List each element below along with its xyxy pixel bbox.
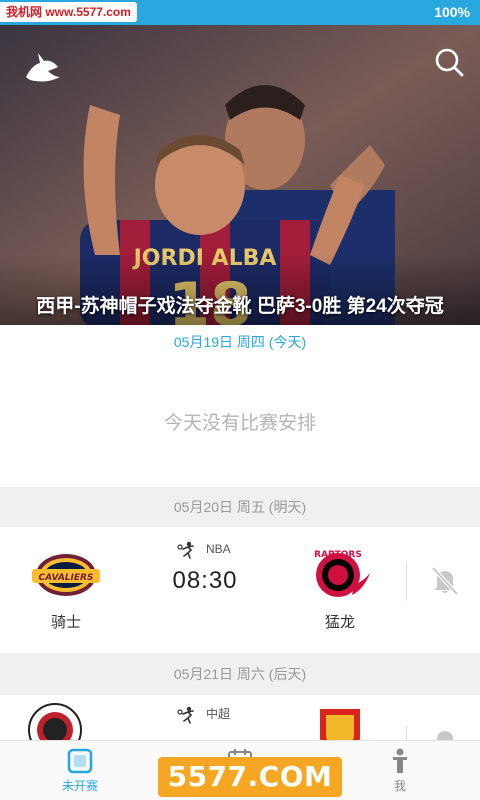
site-watermark: 5577.COM xyxy=(158,757,342,797)
person-icon xyxy=(393,748,407,773)
home-team-name: 骑士 xyxy=(50,614,81,631)
muted-bell-icon[interactable] xyxy=(428,563,462,597)
match-time: 08:30 xyxy=(172,567,238,594)
match-card[interactable]: CAVALIERS 骑士 NBA 08:30 RAPTORS 猛龙 xyxy=(0,527,480,653)
date-header-day-after: 05月21日 周六 (后天) xyxy=(0,653,480,695)
calendar-grid-icon xyxy=(67,748,93,774)
date-header-tomorrow: 05月20日 周五 (明天) xyxy=(0,487,480,527)
bell-icon[interactable] xyxy=(428,723,462,740)
empty-schedule: 今天没有比赛安排 xyxy=(0,360,480,487)
app-logo-icon xyxy=(26,53,60,82)
league-name: NBA xyxy=(206,542,231,557)
tab-label: 未开赛 xyxy=(61,779,98,793)
status-bar: 我机网 www.5577.com 100% xyxy=(0,0,480,25)
away-team-logo xyxy=(320,709,360,740)
tab-upcoming[interactable]: 未开赛 xyxy=(40,741,120,800)
tab-label: 我 xyxy=(393,779,406,793)
player-icon xyxy=(177,541,194,559)
battery-level: 100% xyxy=(434,4,470,20)
league-name: 中超 xyxy=(206,707,231,721)
player-icon xyxy=(177,706,194,724)
match-card[interactable]: 中超 xyxy=(0,695,480,740)
empty-message: 今天没有比赛安排 xyxy=(163,413,316,434)
hero-banner[interactable]: JORDI ALBA 18 西甲-苏神帽子戏法夺金靴 巴萨3-0胜 第24次夺冠 xyxy=(0,25,480,325)
away-team-name: 猛龙 xyxy=(324,614,355,631)
date-header-today: 05月19日 周四 (今天) xyxy=(0,325,480,360)
raptors-logo: RAPTORS xyxy=(314,550,370,597)
divider xyxy=(406,725,407,740)
home-team-logo xyxy=(28,703,82,740)
cavaliers-logo: CAVALIERS xyxy=(32,554,100,596)
league-label: 中超 xyxy=(176,705,230,724)
search-icon[interactable] xyxy=(432,45,466,79)
league-label: NBA xyxy=(176,541,231,559)
home-logo-text: CAVALIERS xyxy=(39,573,94,583)
hero-caption[interactable]: 西甲-苏神帽子戏法夺金靴 巴萨3-0胜 第24次夺冠 xyxy=(0,293,480,321)
tab-me[interactable]: 我 xyxy=(360,741,440,800)
divider xyxy=(406,563,407,601)
site-label: 我机网 www.5577.com xyxy=(0,2,137,22)
away-logo-text: RAPTORS xyxy=(314,550,362,560)
